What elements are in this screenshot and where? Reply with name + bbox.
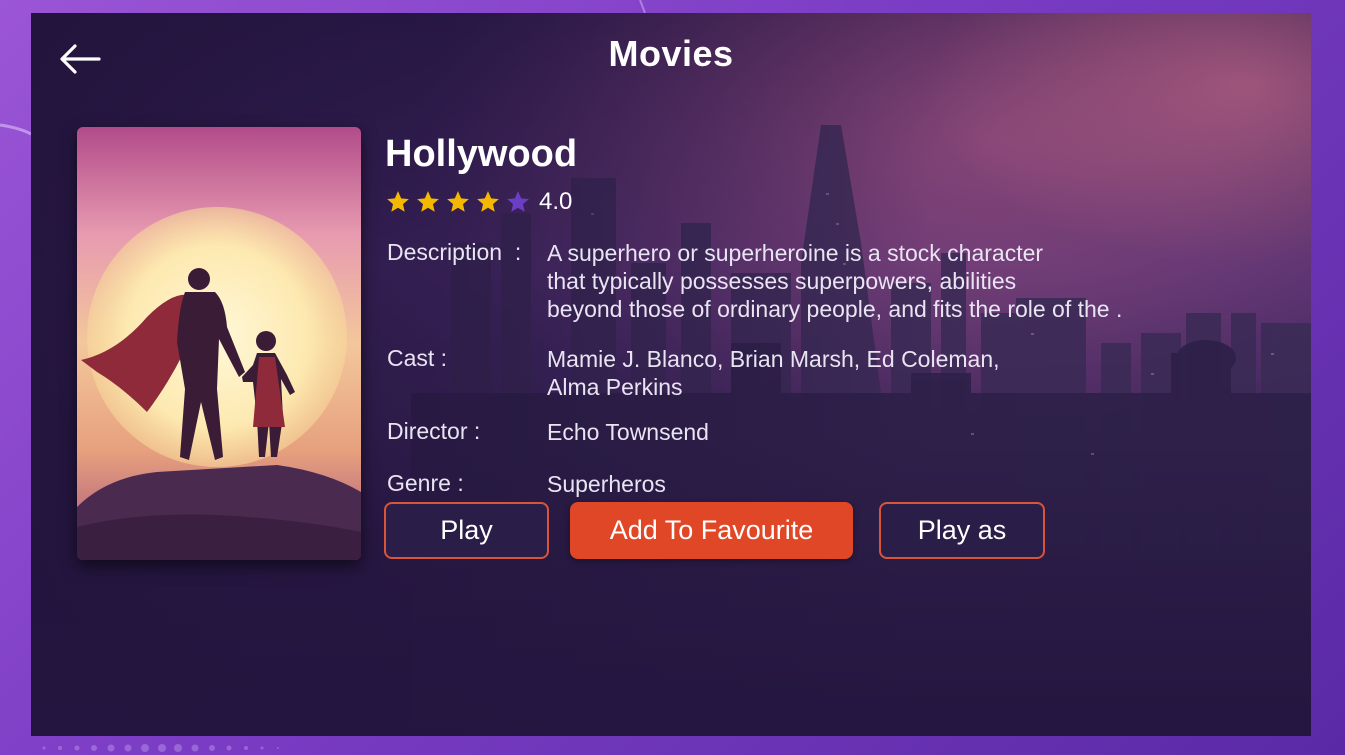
cast-list: Mamie J. Blanco, Brian Marsh, Ed Coleman… [547,346,1000,400]
play-button[interactable]: Play [384,502,549,559]
star-empty-icon [507,191,529,212]
description-label: Description : [387,239,522,265]
add-to-favourite-button[interactable]: Add To Favourite [570,502,853,559]
movie-poster [77,127,361,560]
star-filled-icon [417,191,439,212]
description-text: A superhero or superheroine is a stock c… [547,240,1123,322]
play-as-button[interactable]: Play as [879,502,1045,559]
genre-label: Genre : [387,470,464,496]
header: Movies [31,13,1311,97]
rating: 4.0 [385,188,572,216]
movie-detail-screen: Movies Hollywood 4.0 Description: A sup… [31,13,1311,736]
movie-title: Hollywood [385,133,578,175]
superhero-poster-image [77,127,361,560]
star-filled-icon [447,191,469,212]
director-name: Echo Townsend [547,419,709,445]
star-filled-icon [477,191,499,212]
director-label: Director : [387,418,481,444]
rating-value: 4.0 [539,188,573,215]
genre-value: Superheros [547,471,666,497]
cast-label: Cast : [387,345,448,371]
star-filled-icon [387,191,409,212]
page-title: Movies [608,33,734,74]
